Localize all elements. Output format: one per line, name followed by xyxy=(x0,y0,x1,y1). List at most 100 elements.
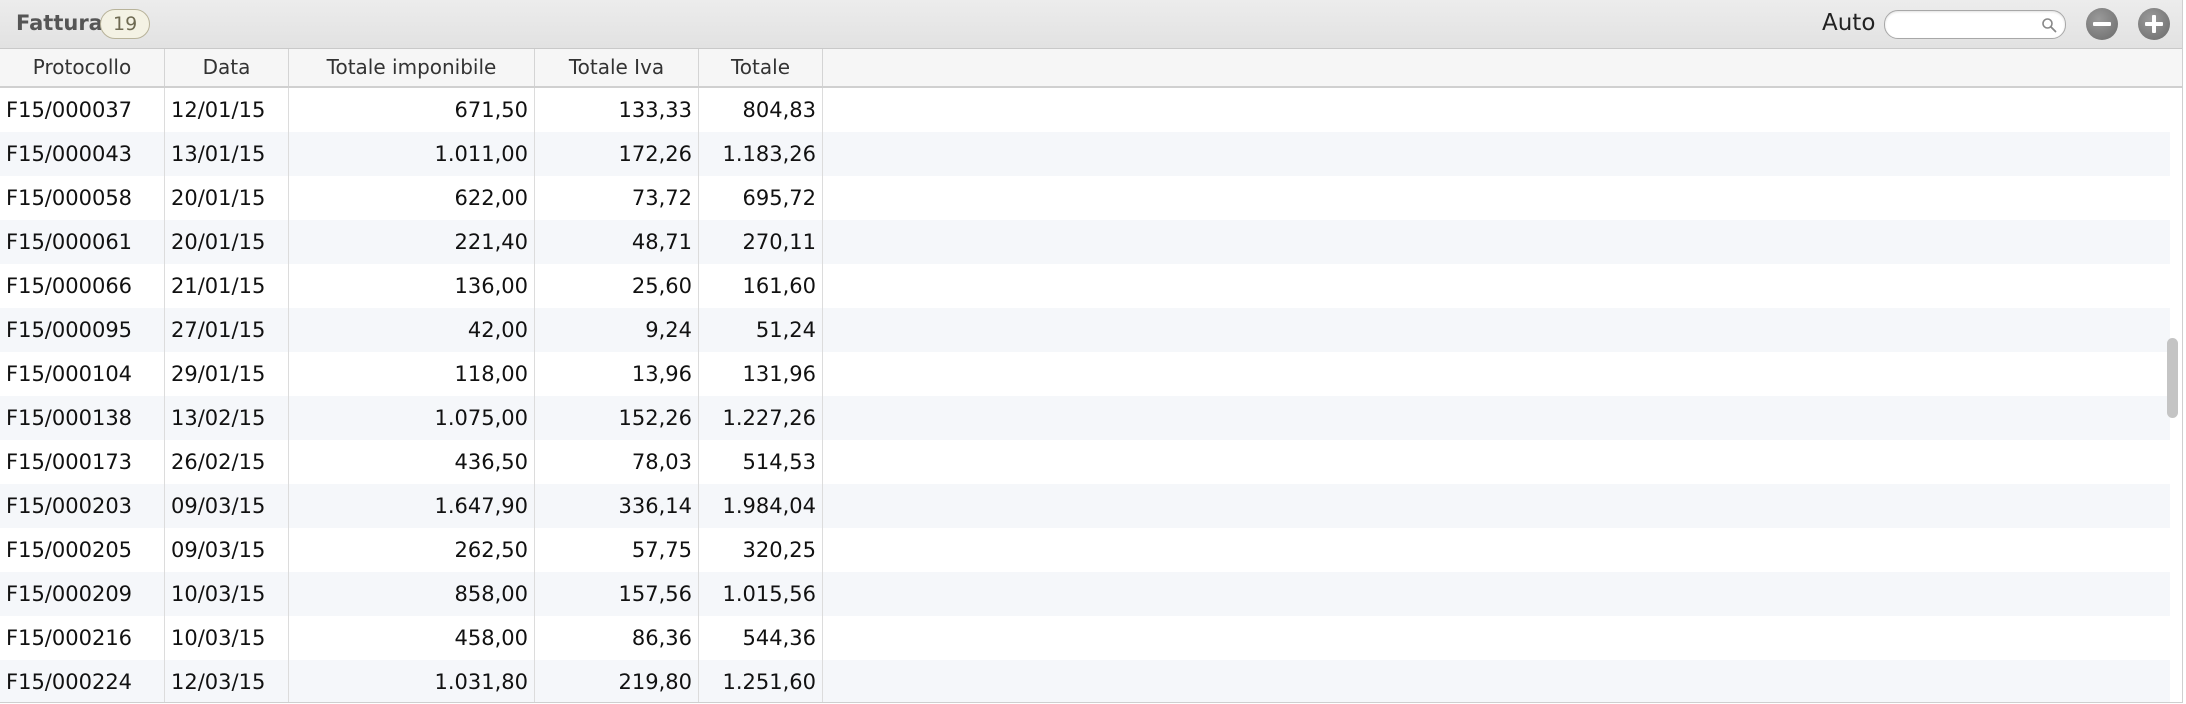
cell-totale: 1.984,04 xyxy=(699,484,823,528)
cell-totale: 1.015,56 xyxy=(699,572,823,616)
cell-totale: 1.227,26 xyxy=(699,396,823,440)
search-input[interactable] xyxy=(1895,14,2039,36)
cell-totale-iva: 157,56 xyxy=(535,572,699,616)
cell-data: 21/01/15 xyxy=(165,264,289,308)
cell-totale-imponibile: 136,00 xyxy=(289,264,535,308)
cell-totale-imponibile: 671,50 xyxy=(289,88,535,132)
cell-totale: 161,60 xyxy=(699,264,823,308)
cell-protocollo: F15/000209 xyxy=(0,572,165,616)
column-header-totale-imponibile[interactable]: Totale imponibile xyxy=(289,49,535,86)
cell-totale-iva: 9,24 xyxy=(535,308,699,352)
cell-protocollo: F15/000037 xyxy=(0,88,165,132)
cell-totale-iva: 86,36 xyxy=(535,616,699,660)
cell-totale-imponibile: 622,00 xyxy=(289,176,535,220)
cell-totale-imponibile: 1.031,80 xyxy=(289,660,535,702)
cell-totale-imponibile: 1.011,00 xyxy=(289,132,535,176)
cell-protocollo: F15/000061 xyxy=(0,220,165,264)
cell-totale-iva: 219,80 xyxy=(535,660,699,702)
cell-data: 26/02/15 xyxy=(165,440,289,484)
table-row[interactable]: F15/000216 10/03/15 458,00 86,36 544,36 xyxy=(0,616,2170,660)
vertical-scrollbar[interactable] xyxy=(2166,88,2180,702)
table-row[interactable]: F15/000066 21/01/15 136,00 25,60 161,60 xyxy=(0,264,2170,308)
cell-totale-imponibile: 458,00 xyxy=(289,616,535,660)
table-header: Protocollo Data Totale imponibile Totale Iv… xyxy=(0,49,2182,88)
table-row[interactable]: F15/000173 26/02/15 436,50 78,03 514,53 xyxy=(0,440,2170,484)
cell-totale: 544,36 xyxy=(699,616,823,660)
cell-totale-iva: 73,72 xyxy=(535,176,699,220)
cell-totale: 514,53 xyxy=(699,440,823,484)
cell-protocollo: F15/000173 xyxy=(0,440,165,484)
cell-totale-imponibile: 221,40 xyxy=(289,220,535,264)
table-row[interactable]: F15/000138 13/02/15 1.075,00 152,26 1.227,26 xyxy=(0,396,2170,440)
cell-totale: 51,24 xyxy=(699,308,823,352)
table-row[interactable]: F15/000224 12/03/15 1.031,80 219,80 1.251,60 xyxy=(0,660,2170,702)
cell-data: 29/01/15 xyxy=(165,352,289,396)
add-button[interactable] xyxy=(2138,8,2170,40)
cell-data: 09/03/15 xyxy=(165,484,289,528)
panel-title: Fattura xyxy=(16,11,103,35)
search-field[interactable] xyxy=(1884,10,2066,39)
cell-data: 13/02/15 xyxy=(165,396,289,440)
cell-totale-iva: 152,26 xyxy=(535,396,699,440)
cell-data: 10/03/15 xyxy=(165,616,289,660)
table-row[interactable]: F15/000037 12/01/15 671,50 133,33 804,83 xyxy=(0,88,2170,132)
cell-totale-imponibile: 118,00 xyxy=(289,352,535,396)
cell-data: 27/01/15 xyxy=(165,308,289,352)
cell-totale-imponibile: 1.075,00 xyxy=(289,396,535,440)
table-row[interactable]: F15/000061 20/01/15 221,40 48,71 270,11 xyxy=(0,220,2170,264)
cell-totale-imponibile: 42,00 xyxy=(289,308,535,352)
cell-data: 12/03/15 xyxy=(165,660,289,702)
cell-protocollo: F15/000058 xyxy=(0,176,165,220)
cell-totale: 131,96 xyxy=(699,352,823,396)
search-icon[interactable] xyxy=(2041,17,2057,33)
column-header-protocollo[interactable]: Protocollo xyxy=(0,49,165,86)
cell-totale-imponibile: 858,00 xyxy=(289,572,535,616)
cell-protocollo: F15/000138 xyxy=(0,396,165,440)
column-header-totale-iva[interactable]: Totale Iva xyxy=(535,49,699,86)
invoice-panel: Fattura 19 Auto Protocollo Data Totale imp… xyxy=(0,0,2183,703)
cell-totale: 1.251,60 xyxy=(699,660,823,702)
cell-data: 09/03/15 xyxy=(165,528,289,572)
mode-label: Auto xyxy=(1822,10,1876,36)
remove-button[interactable] xyxy=(2086,8,2118,40)
table-body: F15/000037 12/01/15 671,50 133,33 804,83 F15/… xyxy=(0,88,2170,702)
cell-totale: 695,72 xyxy=(699,176,823,220)
cell-protocollo: F15/000104 xyxy=(0,352,165,396)
cell-totale-imponibile: 262,50 xyxy=(289,528,535,572)
cell-protocollo: F15/000203 xyxy=(0,484,165,528)
cell-totale-iva: 48,71 xyxy=(535,220,699,264)
column-header-data[interactable]: Data xyxy=(165,49,289,86)
table-row[interactable]: F15/000209 10/03/15 858,00 157,56 1.015,56 xyxy=(0,572,2170,616)
column-header-totale[interactable]: Totale xyxy=(699,49,823,86)
cell-totale-imponibile: 1.647,90 xyxy=(289,484,535,528)
cell-totale-iva: 172,26 xyxy=(535,132,699,176)
minus-icon xyxy=(2093,22,2111,26)
cell-totale-iva: 336,14 xyxy=(535,484,699,528)
cell-totale: 320,25 xyxy=(699,528,823,572)
cell-data: 20/01/15 xyxy=(165,220,289,264)
cell-totale-iva: 13,96 xyxy=(535,352,699,396)
cell-data: 12/01/15 xyxy=(165,88,289,132)
cell-protocollo: F15/000224 xyxy=(0,660,165,702)
cell-data: 13/01/15 xyxy=(165,132,289,176)
cell-totale-iva: 25,60 xyxy=(535,264,699,308)
cell-protocollo: F15/000095 xyxy=(0,308,165,352)
record-count-badge: 19 xyxy=(100,9,151,39)
cell-totale: 804,83 xyxy=(699,88,823,132)
cell-protocollo: F15/000043 xyxy=(0,132,165,176)
cell-totale-iva: 78,03 xyxy=(535,440,699,484)
table-row[interactable]: F15/000205 09/03/15 262,50 57,75 320,25 xyxy=(0,528,2170,572)
cell-protocollo: F15/000066 xyxy=(0,264,165,308)
cell-protocollo: F15/000205 xyxy=(0,528,165,572)
cell-totale-iva: 57,75 xyxy=(535,528,699,572)
cell-data: 20/01/15 xyxy=(165,176,289,220)
table-row[interactable]: F15/000104 29/01/15 118,00 13,96 131,96 xyxy=(0,352,2170,396)
table-row[interactable]: F15/000058 20/01/15 622,00 73,72 695,72 xyxy=(0,176,2170,220)
cell-totale-iva: 133,33 xyxy=(535,88,699,132)
table-row[interactable]: F15/000203 09/03/15 1.647,90 336,14 1.984,04 xyxy=(0,484,2170,528)
table-row[interactable]: F15/000095 27/01/15 42,00 9,24 51,24 xyxy=(0,308,2170,352)
table-row[interactable]: F15/000043 13/01/15 1.011,00 172,26 1.183,26 xyxy=(0,132,2170,176)
cell-totale: 1.183,26 xyxy=(699,132,823,176)
scrollbar-thumb[interactable] xyxy=(2167,338,2178,418)
cell-data: 10/03/15 xyxy=(165,572,289,616)
